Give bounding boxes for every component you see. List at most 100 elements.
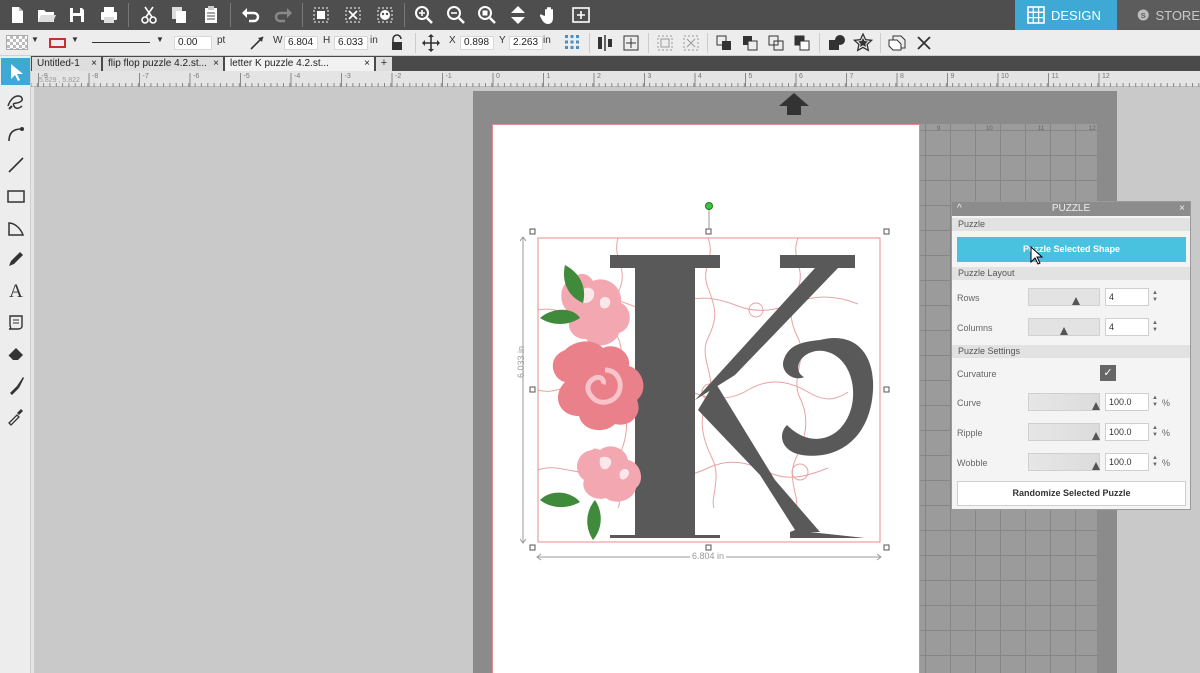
height-dimension-label: 6.033 in (516, 345, 526, 378)
copy-icon[interactable] (166, 2, 192, 28)
center-page-icon[interactable] (622, 34, 640, 52)
randomize-selected-puzzle-button[interactable]: Randomize Selected Puzzle (957, 481, 1186, 506)
doc-tab-label: flip flop puzzle 4.2.st... (108, 58, 207, 69)
wobble-slider[interactable] (1028, 453, 1100, 471)
slider-thumb[interactable] (1092, 402, 1100, 410)
send-to-back-icon[interactable] (741, 34, 759, 52)
columns-slider[interactable] (1028, 318, 1100, 336)
tab-design[interactable]: DESIGN (1015, 0, 1117, 30)
curve-tool-icon[interactable] (3, 119, 28, 146)
chevron-down-icon[interactable]: ▼ (31, 35, 39, 44)
fit-page-icon[interactable] (568, 2, 594, 28)
line-tool-icon[interactable] (3, 151, 28, 178)
ripple-stepper[interactable]: ▲ ▼ (1152, 425, 1158, 439)
knife-tool-icon[interactable] (3, 371, 28, 398)
doc-tab-letter-k[interactable]: letter K puzzle 4.2.st... × (225, 57, 374, 71)
bring-to-front-icon[interactable] (715, 34, 733, 52)
zoom-fit-icon[interactable] (474, 2, 500, 28)
new-file-icon[interactable] (4, 2, 30, 28)
lock-aspect-icon[interactable] (389, 34, 405, 52)
rows-slider[interactable] (1028, 288, 1100, 306)
curve-stepper[interactable]: ▲ ▼ (1152, 395, 1158, 409)
curve-slider[interactable] (1028, 393, 1100, 411)
ungroup-objects-icon[interactable] (682, 34, 700, 52)
close-icon[interactable]: × (213, 57, 219, 71)
offset-star-icon[interactable] (853, 33, 873, 53)
ruler-label: -1 (445, 73, 452, 80)
eyedropper-tool-icon[interactable] (3, 402, 28, 429)
text-tool-icon[interactable]: A (3, 276, 28, 303)
collapse-panel-icon[interactable]: ^ (957, 202, 962, 216)
columns-input[interactable]: 4 (1105, 318, 1149, 336)
rows-stepper[interactable]: ▲ ▼ (1152, 290, 1158, 304)
ripple-slider[interactable] (1028, 423, 1100, 441)
doc-tab-flip-flop[interactable]: flip flop puzzle 4.2.st... × (103, 57, 223, 71)
columns-stepper[interactable]: ▲ ▼ (1152, 320, 1158, 334)
line-style-preview[interactable] (92, 42, 150, 43)
group-objects-icon[interactable] (656, 34, 674, 52)
weld-icon[interactable] (827, 34, 847, 52)
open-folder-icon[interactable] (33, 2, 59, 28)
slider-thumb[interactable] (1072, 297, 1080, 305)
zoom-out-icon[interactable] (443, 2, 469, 28)
width-input[interactable]: 6.804 (284, 36, 318, 50)
point-edit-tool-icon[interactable] (3, 88, 28, 115)
curve-input[interactable]: 100.0 (1105, 393, 1149, 411)
slider-thumb[interactable] (1092, 462, 1100, 470)
bring-forward-icon[interactable] (767, 34, 785, 52)
wobble-input[interactable]: 100.0 (1105, 453, 1149, 471)
close-x-icon[interactable] (915, 34, 933, 52)
height-input[interactable]: 6.033 (334, 36, 368, 50)
letter-k-puzzle-design[interactable] (520, 200, 898, 570)
fill-icon[interactable] (372, 2, 398, 28)
ripple-input[interactable]: 100.0 (1105, 423, 1149, 441)
zoom-in-icon[interactable] (411, 2, 437, 28)
x-position-input[interactable]: 0.898 (460, 36, 494, 50)
doc-tab-untitled[interactable]: Untitled-1 × (32, 57, 101, 71)
fill-color-swatch[interactable] (6, 35, 28, 50)
rectangle-tool-icon[interactable] (3, 182, 28, 209)
group-icon[interactable] (308, 2, 334, 28)
text-path-tool-icon[interactable] (3, 308, 28, 335)
send-backward-icon[interactable] (793, 34, 811, 52)
curvature-label: Curvature (957, 369, 997, 379)
pan-hand-icon[interactable] (537, 2, 563, 28)
slider-thumb[interactable] (1060, 327, 1068, 335)
y-position-input[interactable]: 2.263 (509, 36, 543, 50)
polygon-tool-icon[interactable] (3, 214, 28, 241)
paste-icon[interactable] (198, 2, 224, 28)
cut-icon[interactable] (136, 2, 162, 28)
add-tab-button[interactable]: + (376, 57, 392, 71)
redo-icon[interactable] (270, 2, 296, 28)
chevron-down-icon[interactable]: ▼ (156, 35, 164, 44)
puzzle-selected-shape-button[interactable]: Puzzle Selected Shape (957, 237, 1186, 262)
save-icon[interactable] (64, 2, 90, 28)
wobble-stepper[interactable]: ▲ ▼ (1152, 455, 1158, 469)
pencil-tool-icon[interactable] (3, 245, 28, 272)
close-icon[interactable]: × (91, 57, 97, 71)
rotate-handle[interactable] (705, 202, 713, 210)
eraser-tool-icon[interactable] (3, 339, 28, 366)
chevron-down-icon[interactable]: ▼ (71, 35, 79, 44)
tab-store[interactable]: S STORE (1117, 0, 1200, 30)
slider-thumb[interactable] (1092, 432, 1100, 440)
undo-icon[interactable] (238, 2, 264, 28)
line-color-swatch[interactable] (49, 38, 66, 48)
doc-tab-label: Untitled-1 (37, 58, 80, 69)
print-icon[interactable] (96, 2, 122, 28)
replicate-icon[interactable] (887, 33, 907, 53)
curvature-checkbox[interactable]: ✓ (1100, 365, 1116, 381)
close-panel-icon[interactable]: × (1179, 202, 1185, 216)
move-page-icon[interactable] (505, 2, 531, 28)
align-icon[interactable] (596, 34, 614, 52)
curve-unit: % (1162, 398, 1171, 408)
tools-sidebar: A (0, 56, 31, 673)
reference-point-icon[interactable] (564, 34, 580, 50)
ungroup-icon[interactable] (340, 2, 366, 28)
panel-header[interactable]: ^ PUZZLE × (952, 202, 1190, 216)
select-tool-icon[interactable] (1, 58, 30, 85)
line-width-input[interactable]: 0.00 (174, 36, 212, 50)
close-icon[interactable]: × (364, 57, 370, 71)
rows-input[interactable]: 4 (1105, 288, 1149, 306)
wobble-unit: % (1162, 458, 1171, 468)
